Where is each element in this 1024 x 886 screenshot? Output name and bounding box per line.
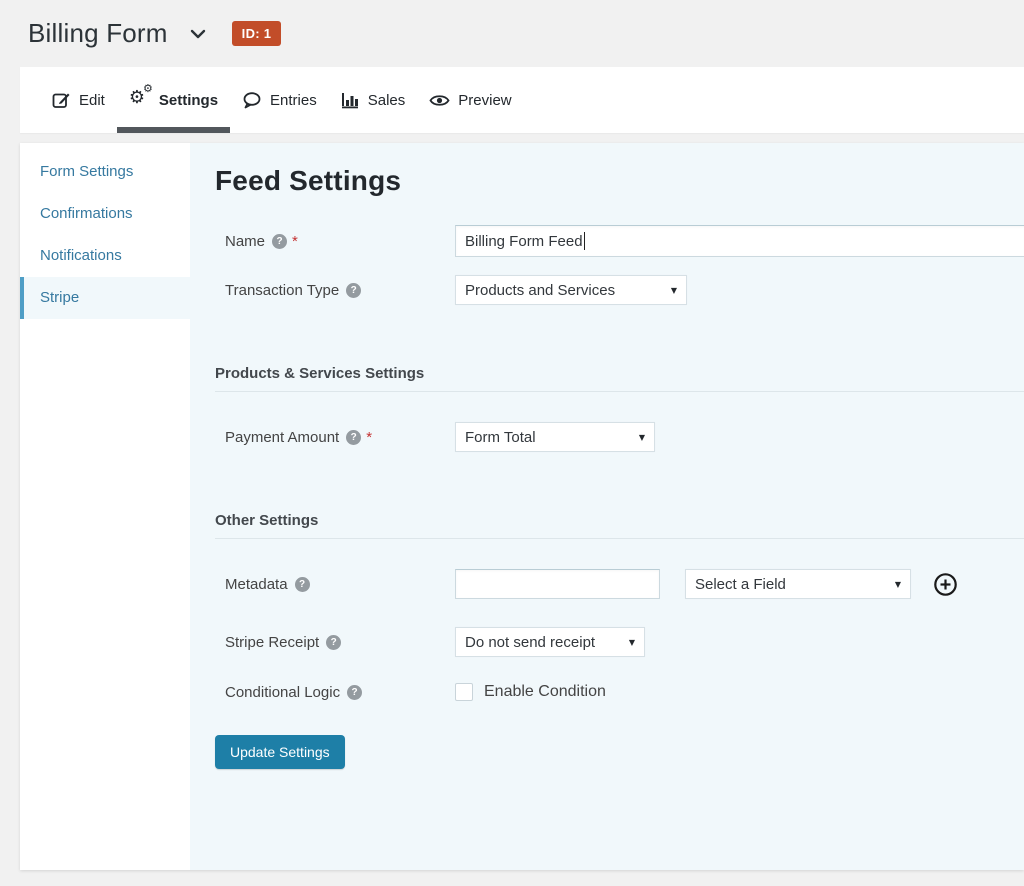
eye-icon — [429, 93, 450, 108]
payment-amount-label: Payment Amount * — [225, 429, 455, 446]
payment-amount-row: Payment Amount * Form Total — [215, 422, 1024, 452]
name-row: Name * Billing Form Feed — [215, 225, 1024, 257]
sidebar-item-confirmations[interactable]: Confirmations — [20, 193, 190, 235]
enable-condition-label[interactable]: Enable Condition — [484, 683, 606, 701]
chevron-down-icon[interactable] — [190, 29, 206, 39]
transaction-type-row: Transaction Type Products and Services — [215, 275, 1024, 305]
tab-sales[interactable]: Sales — [329, 67, 418, 133]
transaction-type-label: Transaction Type — [225, 282, 455, 299]
help-icon[interactable] — [346, 283, 361, 298]
tab-entries[interactable]: Entries — [230, 67, 329, 133]
other-settings-section: Other Settings — [215, 512, 1024, 539]
payment-amount-select[interactable]: Form Total — [455, 422, 655, 452]
sidebar-item-form-settings[interactable]: Form Settings — [20, 151, 190, 193]
sidebar-item-stripe[interactable]: Stripe — [20, 277, 190, 319]
section-heading: Other Settings — [215, 512, 1024, 539]
help-icon[interactable] — [326, 635, 341, 650]
required-asterisk: * — [292, 233, 298, 250]
required-asterisk: * — [366, 429, 372, 446]
bar-chart-icon — [341, 91, 360, 109]
help-icon[interactable] — [347, 685, 362, 700]
add-metadata-icon[interactable] — [933, 572, 958, 597]
form-id-badge: ID: 1 — [232, 21, 282, 46]
metadata-field-select[interactable]: Select a Field — [685, 569, 911, 599]
update-settings-button[interactable]: Update Settings — [215, 735, 345, 769]
stripe-receipt-label: Stripe Receipt — [225, 634, 455, 651]
settings-sidebar: Form Settings Confirmations Notification… — [20, 143, 190, 870]
section-heading: Products & Services Settings — [215, 365, 1024, 392]
text-caret — [584, 232, 585, 250]
tab-label: Sales — [368, 92, 406, 109]
transaction-type-select[interactable]: Products and Services — [455, 275, 687, 305]
feed-settings-panel: Feed Settings Name * Billing Form Feed T… — [190, 143, 1024, 870]
stripe-receipt-row: Stripe Receipt Do not send receipt — [215, 627, 1024, 657]
sidebar-item-notifications[interactable]: Notifications — [20, 235, 190, 277]
form-toolbar-tabs: Edit ⚙⚙ Settings Entries Sales Preview — [20, 67, 1024, 133]
speech-bubble-icon — [242, 91, 262, 109]
tab-label: Preview — [458, 92, 511, 109]
help-icon[interactable] — [295, 577, 310, 592]
metadata-row: Metadata Select a Field — [215, 569, 1024, 599]
enable-condition-checkbox[interactable] — [455, 683, 473, 701]
help-icon[interactable] — [346, 430, 361, 445]
name-label: Name * — [225, 233, 455, 250]
page-title: Feed Settings — [215, 165, 1024, 197]
metadata-key-input[interactable] — [455, 569, 660, 599]
tab-label: Edit — [79, 92, 105, 109]
metadata-label: Metadata — [225, 576, 455, 593]
conditional-logic-row: Conditional Logic Enable Condition — [215, 681, 1024, 703]
tab-edit[interactable]: Edit — [40, 67, 117, 133]
settings-card: Form Settings Confirmations Notification… — [20, 143, 1024, 870]
products-services-section: Products & Services Settings — [215, 365, 1024, 392]
button-row: Update Settings — [215, 735, 1024, 769]
tab-settings[interactable]: ⚙⚙ Settings — [117, 67, 230, 133]
form-title: Billing Form — [28, 18, 168, 49]
tab-label: Settings — [159, 92, 218, 109]
tab-label: Entries — [270, 92, 317, 109]
tab-preview[interactable]: Preview — [417, 67, 523, 133]
conditional-logic-label: Conditional Logic — [225, 684, 455, 701]
edit-icon — [52, 91, 71, 110]
help-icon[interactable] — [272, 234, 287, 249]
page-header: Billing Form ID: 1 — [0, 0, 1024, 67]
gears-icon: ⚙⚙ — [129, 90, 151, 110]
name-input[interactable]: Billing Form Feed — [455, 225, 1024, 257]
stripe-receipt-select[interactable]: Do not send receipt — [455, 627, 645, 657]
